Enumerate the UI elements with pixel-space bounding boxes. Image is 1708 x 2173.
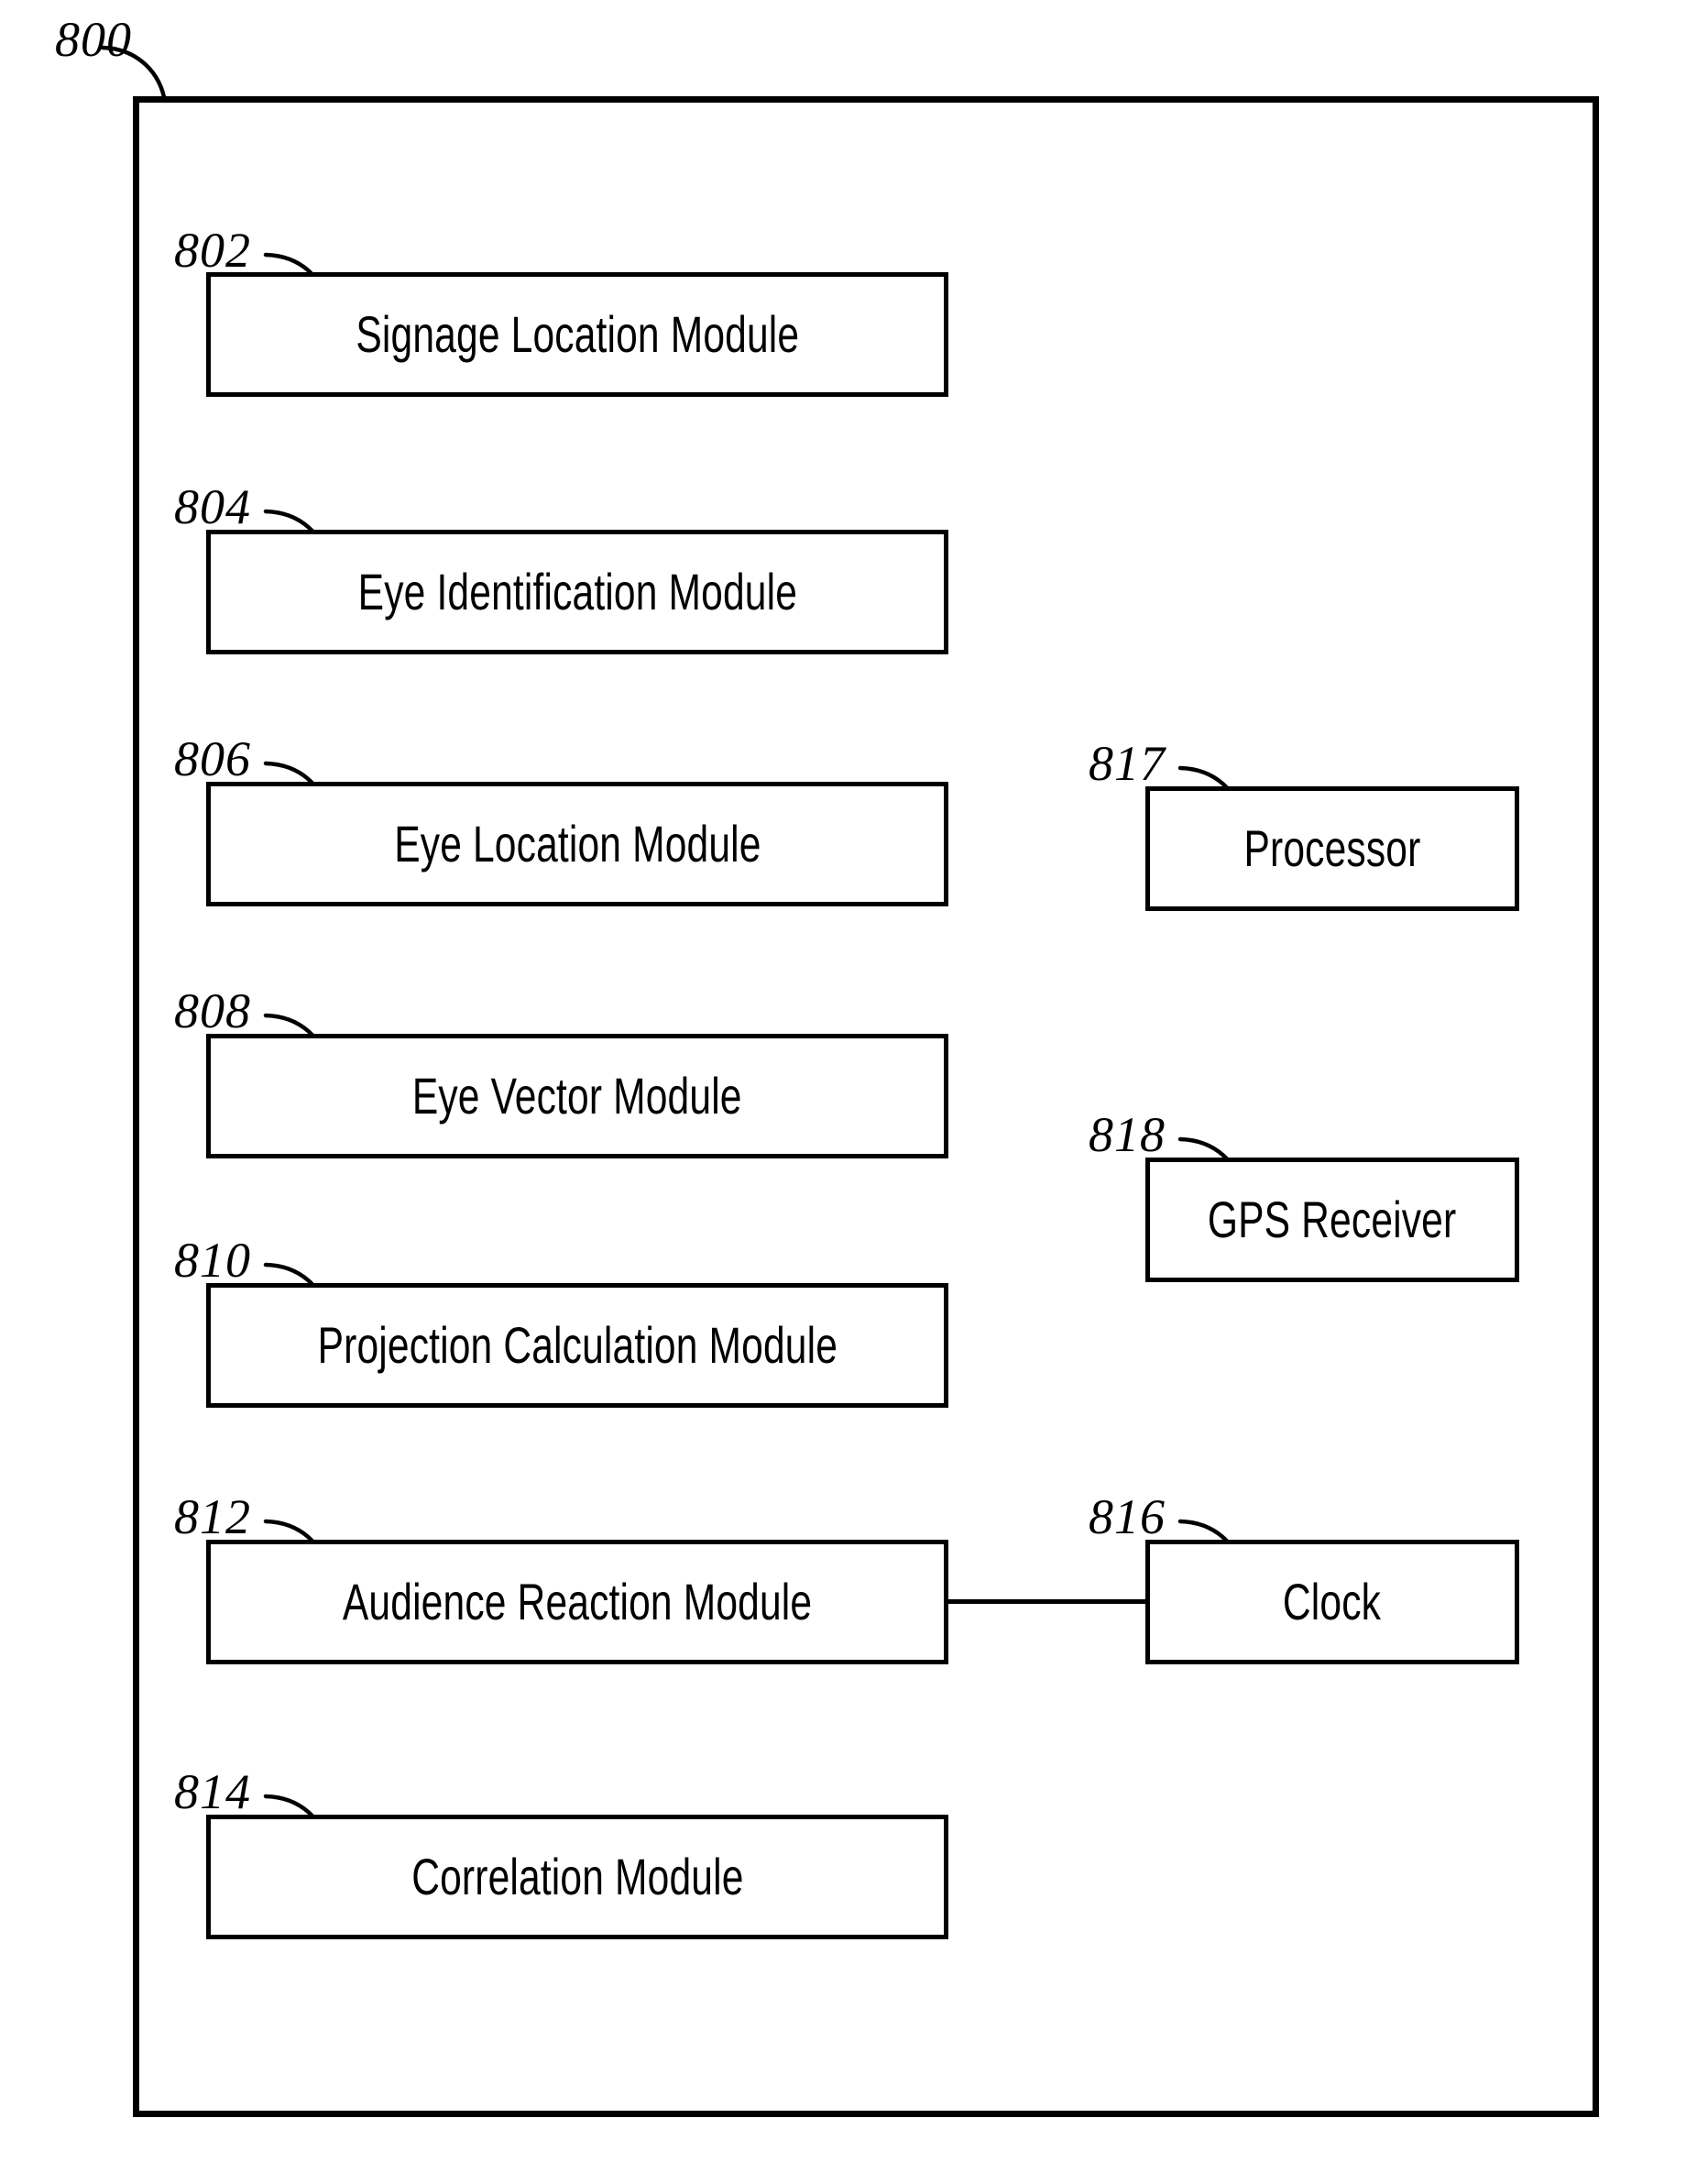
- module-box-eye-location[interactable]: Eye Location Module: [206, 782, 948, 906]
- module-box-processor[interactable]: Processor: [1145, 786, 1519, 911]
- module-label-eye-vector: Eye Vector Module: [412, 1067, 742, 1125]
- reference-numeral-810: 810: [174, 1233, 251, 1288]
- module-label-eye-identification: Eye Identification Module: [357, 563, 797, 620]
- module-label-audience-reaction: Audience Reaction Module: [342, 1573, 813, 1630]
- reference-numeral-818: 818: [1089, 1107, 1166, 1162]
- reference-numeral-814: 814: [174, 1764, 251, 1819]
- patent-figure: 800 802 Signage Location Module 804 Eye …: [0, 0, 1708, 2173]
- reference-numeral-802: 802: [174, 223, 251, 278]
- reference-numeral-806: 806: [174, 731, 251, 786]
- module-box-eye-vector[interactable]: Eye Vector Module: [206, 1034, 948, 1158]
- module-box-eye-identification[interactable]: Eye Identification Module: [206, 530, 948, 654]
- reference-numeral-816: 816: [1089, 1489, 1166, 1544]
- module-label-gps-receiver: GPS Receiver: [1208, 1191, 1457, 1248]
- reference-numeral-808: 808: [174, 983, 251, 1038]
- module-box-projection-calculation[interactable]: Projection Calculation Module: [206, 1283, 948, 1408]
- module-label-signage-location: Signage Location Module: [356, 305, 799, 363]
- module-label-projection-calculation: Projection Calculation Module: [317, 1316, 838, 1374]
- module-box-correlation[interactable]: Correlation Module: [206, 1815, 948, 1939]
- module-label-eye-location: Eye Location Module: [393, 815, 761, 872]
- reference-numeral-812: 812: [174, 1489, 251, 1544]
- reference-numeral-817: 817: [1089, 736, 1166, 791]
- module-label-correlation: Correlation Module: [411, 1848, 744, 1905]
- reference-numeral-804: 804: [174, 479, 251, 534]
- connector-audience-reaction-to-clock: [947, 1599, 1147, 1604]
- module-box-signage-location[interactable]: Signage Location Module: [206, 272, 948, 397]
- module-box-audience-reaction[interactable]: Audience Reaction Module: [206, 1540, 948, 1664]
- reference-numeral-800: 800: [55, 12, 132, 67]
- module-box-clock[interactable]: Clock: [1145, 1540, 1519, 1664]
- module-label-clock: Clock: [1283, 1573, 1382, 1630]
- module-label-processor: Processor: [1243, 819, 1421, 877]
- module-box-gps-receiver[interactable]: GPS Receiver: [1145, 1158, 1519, 1282]
